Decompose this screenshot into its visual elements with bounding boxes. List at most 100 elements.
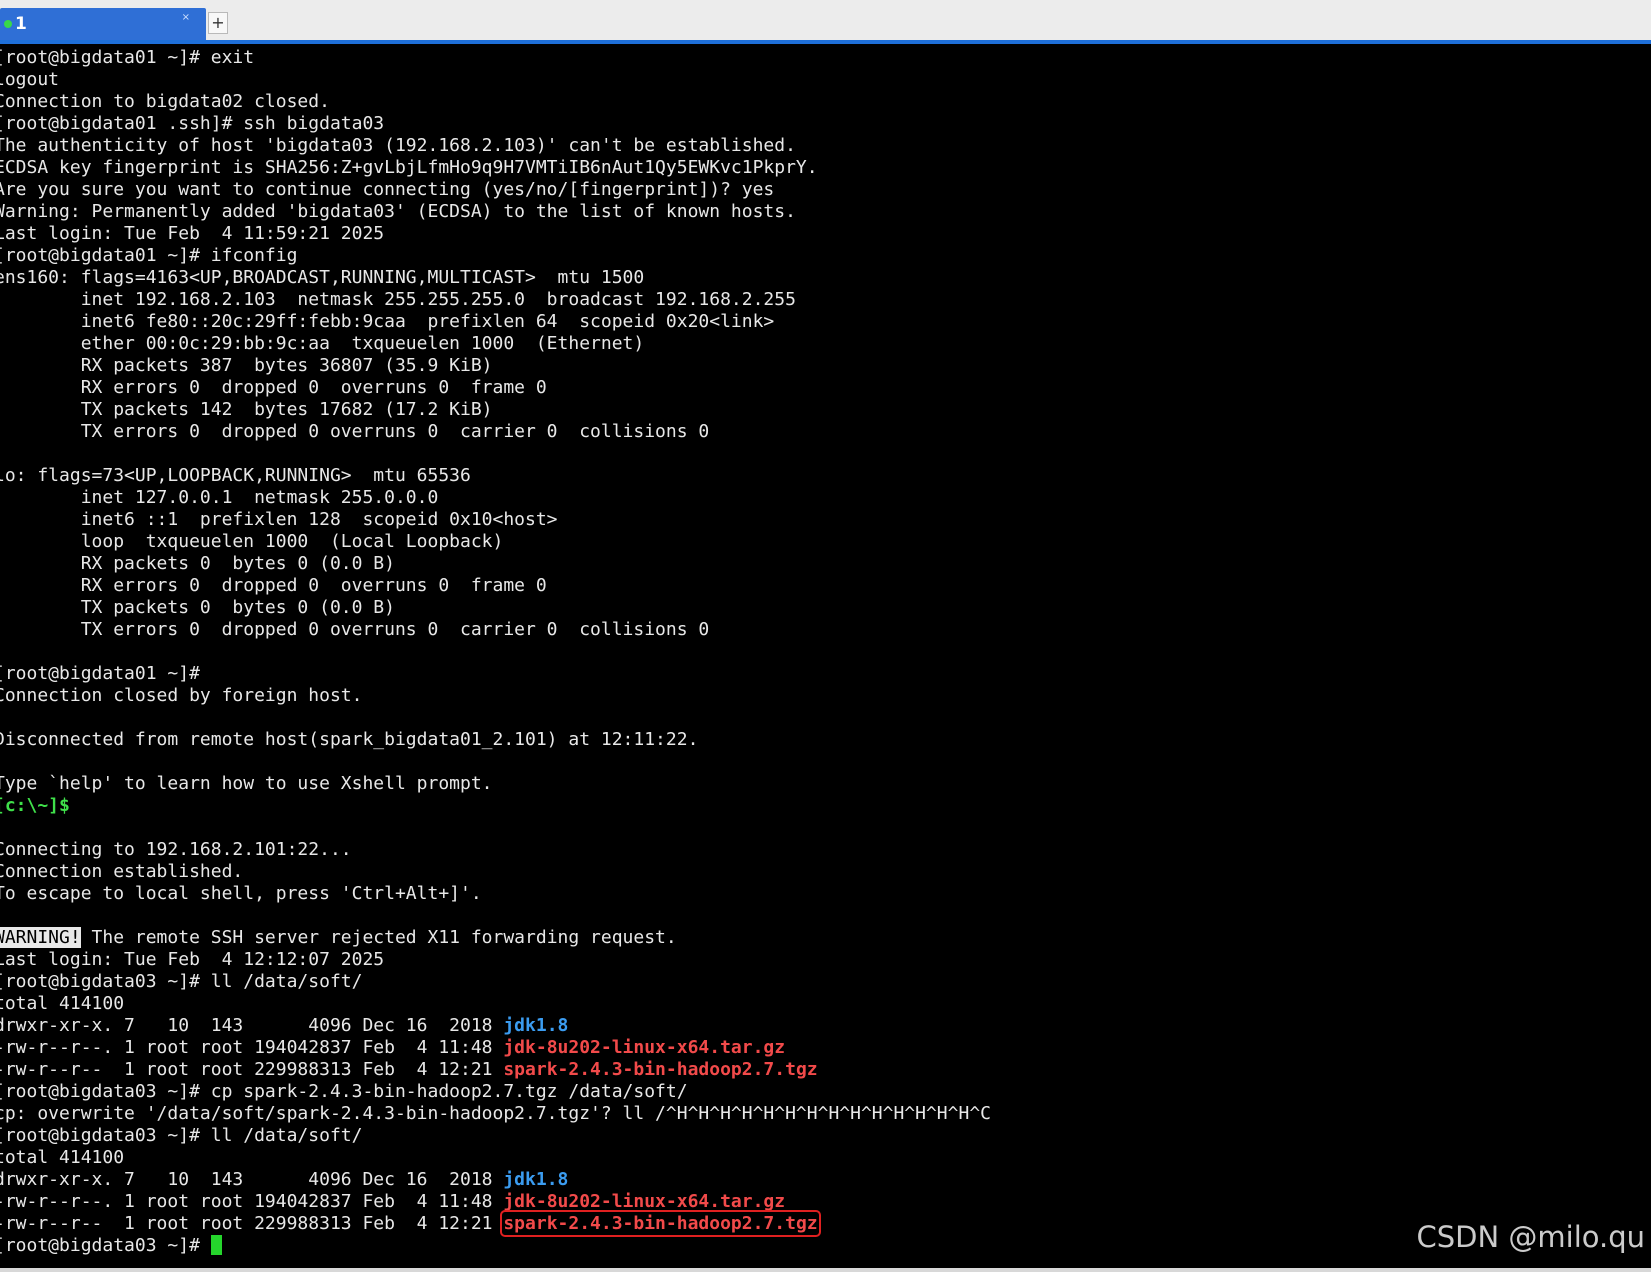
terminal-line: RX packets 0 bytes 0 (0.0 B) [0, 553, 991, 575]
terminal-text: [root@bigdata01 ~]# exit [0, 47, 255, 68]
terminal-line: Warning: Permanently added 'bigdata03' (… [0, 201, 991, 223]
terminal-line: RX packets 387 bytes 36807 (35.9 KiB) [0, 355, 991, 377]
terminal-text: [root@bigdata03 ~]# ll /data/soft/ [0, 971, 363, 992]
close-tab-icon[interactable]: × [182, 2, 190, 34]
terminal-line: Connection established. [0, 861, 991, 883]
terminal-text: [root@bigdata01 ~]# ifconfig [0, 245, 298, 266]
terminal-line: TX packets 0 bytes 0 (0.0 B) [0, 597, 991, 619]
terminal-line: [root@bigdata03 ~]# ll /data/soft/ [0, 1125, 991, 1147]
terminal-line: [root@bigdata01 .ssh]# ssh bigdata03 [0, 113, 991, 135]
terminal-text: RX packets 0 bytes 0 (0.0 B) [0, 553, 395, 574]
terminal-text: loop txqueuelen 1000 (Local Loopback) [0, 531, 504, 552]
terminal-text: Connection established. [0, 861, 244, 882]
terminal-line: TX errors 0 dropped 0 overruns 0 carrier… [0, 421, 991, 443]
terminal-line: logout [0, 69, 991, 91]
terminal-output: [root@bigdata01 ~]# exit logout Connection… [0, 47, 991, 1257]
terminal-text: [root@bigdata03 ~]# cp spark-2.4.3-bin-h… [0, 1081, 688, 1102]
terminal-line: Last login: Tue Feb 4 11:59:21 2025 [0, 223, 991, 245]
terminal-text: TX packets 142 bytes 17682 (17.2 KiB) [0, 399, 493, 420]
terminal-text: [root@bigdata01 .ssh]# ssh bigdata03 [0, 113, 385, 134]
highlighted-filename: spark-2.4.3-bin-hadoop2.7.tgz [500, 1210, 821, 1237]
terminal-line: Connection to bigdata02 closed. [0, 91, 991, 113]
terminal-text: total 414100 [0, 993, 125, 1014]
terminal-line: Connecting to 192.168.2.101:22... [0, 839, 991, 861]
terminal-line: RX errors 0 dropped 0 overruns 0 frame 0 [0, 377, 991, 399]
terminal-text: -rw-r--r--. 1 root root 194042837 Feb 4 … [0, 1037, 504, 1058]
terminal-text: inet6 ::1 prefixlen 128 scopeid 0x10<hos… [0, 509, 558, 530]
terminal-text: ens160: flags=4163<UP,BROADCAST,RUNNING,… [0, 267, 645, 288]
terminal-screen[interactable]: [root@bigdata01 ~]# exit logout Connection… [0, 44, 1651, 1268]
terminal-line: TX errors 0 dropped 0 overruns 0 carrier… [0, 619, 991, 641]
terminal-line: -rw-r--r--. 1 root root 194042837 Feb 4 … [0, 1037, 991, 1059]
terminal-text: inet6 fe80::20c:29ff:febb:9caa prefixlen… [0, 311, 775, 332]
terminal-line: total 414100 [0, 993, 991, 1015]
terminal-colored-text: spark-2.4.3-bin-hadoop2.7.tgz [503, 1059, 818, 1080]
terminal-line: Type `help' to learn how to use Xshell p… [0, 773, 991, 795]
terminal-line: ECDSA key fingerprint is SHA256:Z+gvLbjL… [0, 157, 991, 179]
terminal-text: RX packets 387 bytes 36807 (35.9 KiB) [0, 355, 493, 376]
terminal-text: Connection to bigdata02 closed. [0, 91, 330, 112]
terminal-text: total 414100 [0, 1147, 125, 1168]
session-tab[interactable]: 1 spark_bigdata01... × [0, 8, 206, 66]
terminal-line: [root@bigdata01 ~]# exit [0, 47, 991, 69]
terminal-text: inet 127.0.0.1 netmask 255.0.0.0 [0, 487, 439, 508]
terminal-line: loop txqueuelen 1000 (Local Loopback) [0, 531, 991, 553]
terminal-line: ether 00:0c:29:bb:9c:aa txqueuelen 1000 … [0, 333, 991, 355]
terminal-text: cp: overwrite '/data/soft/spark-2.4.3-bi… [0, 1103, 991, 1124]
terminal-line: TX packets 142 bytes 17682 (17.2 KiB) [0, 399, 991, 421]
terminal-text: Connecting to 192.168.2.101:22... [0, 839, 352, 860]
terminal-line: Are you sure you want to continue connec… [0, 179, 991, 201]
terminal-text: The remote SSH server rejected X11 forwa… [80, 927, 677, 948]
terminal-text: RX errors 0 dropped 0 overruns 0 frame 0 [0, 377, 547, 398]
terminal-line: ens160: flags=4163<UP,BROADCAST,RUNNING,… [0, 267, 991, 289]
terminal-text: Connection closed by foreign host. [0, 685, 363, 706]
connected-status-icon [4, 20, 12, 28]
terminal-colored-text: [c:\~]$ [0, 795, 70, 816]
terminal-text: Are you sure you want to continue connec… [0, 179, 775, 200]
new-tab-button[interactable]: + [208, 12, 228, 34]
terminal-line: WARNING! The remote SSH server rejected … [0, 927, 991, 949]
terminal-line: To escape to local shell, press 'Ctrl+Al… [0, 883, 991, 905]
terminal-colored-text: jdk1.8 [503, 1015, 569, 1036]
terminal-line: -rw-r--r-- 1 root root 229988313 Feb 4 1… [0, 1210, 991, 1237]
terminal-text: [root@bigdata03 ~]# ll /data/soft/ [0, 1125, 363, 1146]
terminal-line: lo: flags=73<UP,LOOPBACK,RUNNING> mtu 65… [0, 465, 991, 487]
terminal-text: To escape to local shell, press 'Ctrl+Al… [0, 883, 482, 904]
bottom-border [0, 1268, 1651, 1272]
terminal-text: TX packets 0 bytes 0 (0.0 B) [0, 597, 395, 618]
terminal-line: -rw-r--r--. 1 root root 194042837 Feb 4 … [0, 1191, 991, 1213]
terminal-text: lo: flags=73<UP,LOOPBACK,RUNNING> mtu 65… [0, 465, 471, 486]
terminal-line: [root@bigdata01 ~]# [0, 663, 991, 685]
terminal-line: Last login: Tue Feb 4 12:12:07 2025 [0, 949, 991, 971]
terminal-text: ECDSA key fingerprint is SHA256:Z+gvLbjL… [0, 157, 818, 178]
terminal-text: The authenticity of host 'bigdata03 (192… [0, 135, 796, 156]
terminal-text: Last login: Tue Feb 4 11:59:21 2025 [0, 223, 385, 244]
terminal-text: -rw-r--r-- 1 root root 229988313 Feb 4 1… [0, 1059, 504, 1080]
terminal-text: [root@bigdata01 ~]# [0, 663, 200, 684]
terminal-colored-text: jdk-8u202-linux-x64.tar.gz [503, 1191, 786, 1212]
terminal-line: inet6 fe80::20c:29ff:febb:9caa prefixlen… [0, 311, 991, 333]
terminal-line: RX errors 0 dropped 0 overruns 0 frame 0 [0, 575, 991, 597]
terminal-line: -rw-r--r-- 1 root root 229988313 Feb 4 1… [0, 1059, 991, 1081]
terminal-text: ether 00:0c:29:bb:9c:aa txqueuelen 1000 … [0, 333, 645, 354]
tab-bar: 1 spark_bigdata01... × + [0, 0, 1651, 66]
terminal-line: [root@bigdata03 ~]# cp spark-2.4.3-bin-h… [0, 1081, 991, 1103]
terminal-text: Warning: Permanently added 'bigdata03' (… [0, 201, 796, 222]
terminal-text: RX errors 0 dropped 0 overruns 0 frame 0 [0, 575, 547, 596]
terminal-text: Last login: Tue Feb 4 12:12:07 2025 [0, 949, 385, 970]
watermark: CSDN @milo.qu [1416, 1220, 1645, 1254]
terminal-text: Type `help' to learn how to use Xshell p… [0, 773, 493, 794]
terminal-line: inet6 ::1 prefixlen 128 scopeid 0x10<hos… [0, 509, 991, 531]
terminal-line: The authenticity of host 'bigdata03 (192… [0, 135, 991, 157]
terminal-line: inet 192.168.2.103 netmask 255.255.255.0… [0, 289, 991, 311]
terminal-text: -rw-r--r--. 1 root root 194042837 Feb 4 … [0, 1191, 504, 1212]
terminal-line: Connection closed by foreign host. [0, 685, 991, 707]
terminal-line: [c:\~]$ [0, 795, 991, 817]
terminal-text: drwxr-xr-x. 7 10 143 4096 Dec 16 2018 [0, 1015, 504, 1036]
terminal-text: -rw-r--r-- 1 root root 229988313 Feb 4 1… [0, 1213, 504, 1234]
